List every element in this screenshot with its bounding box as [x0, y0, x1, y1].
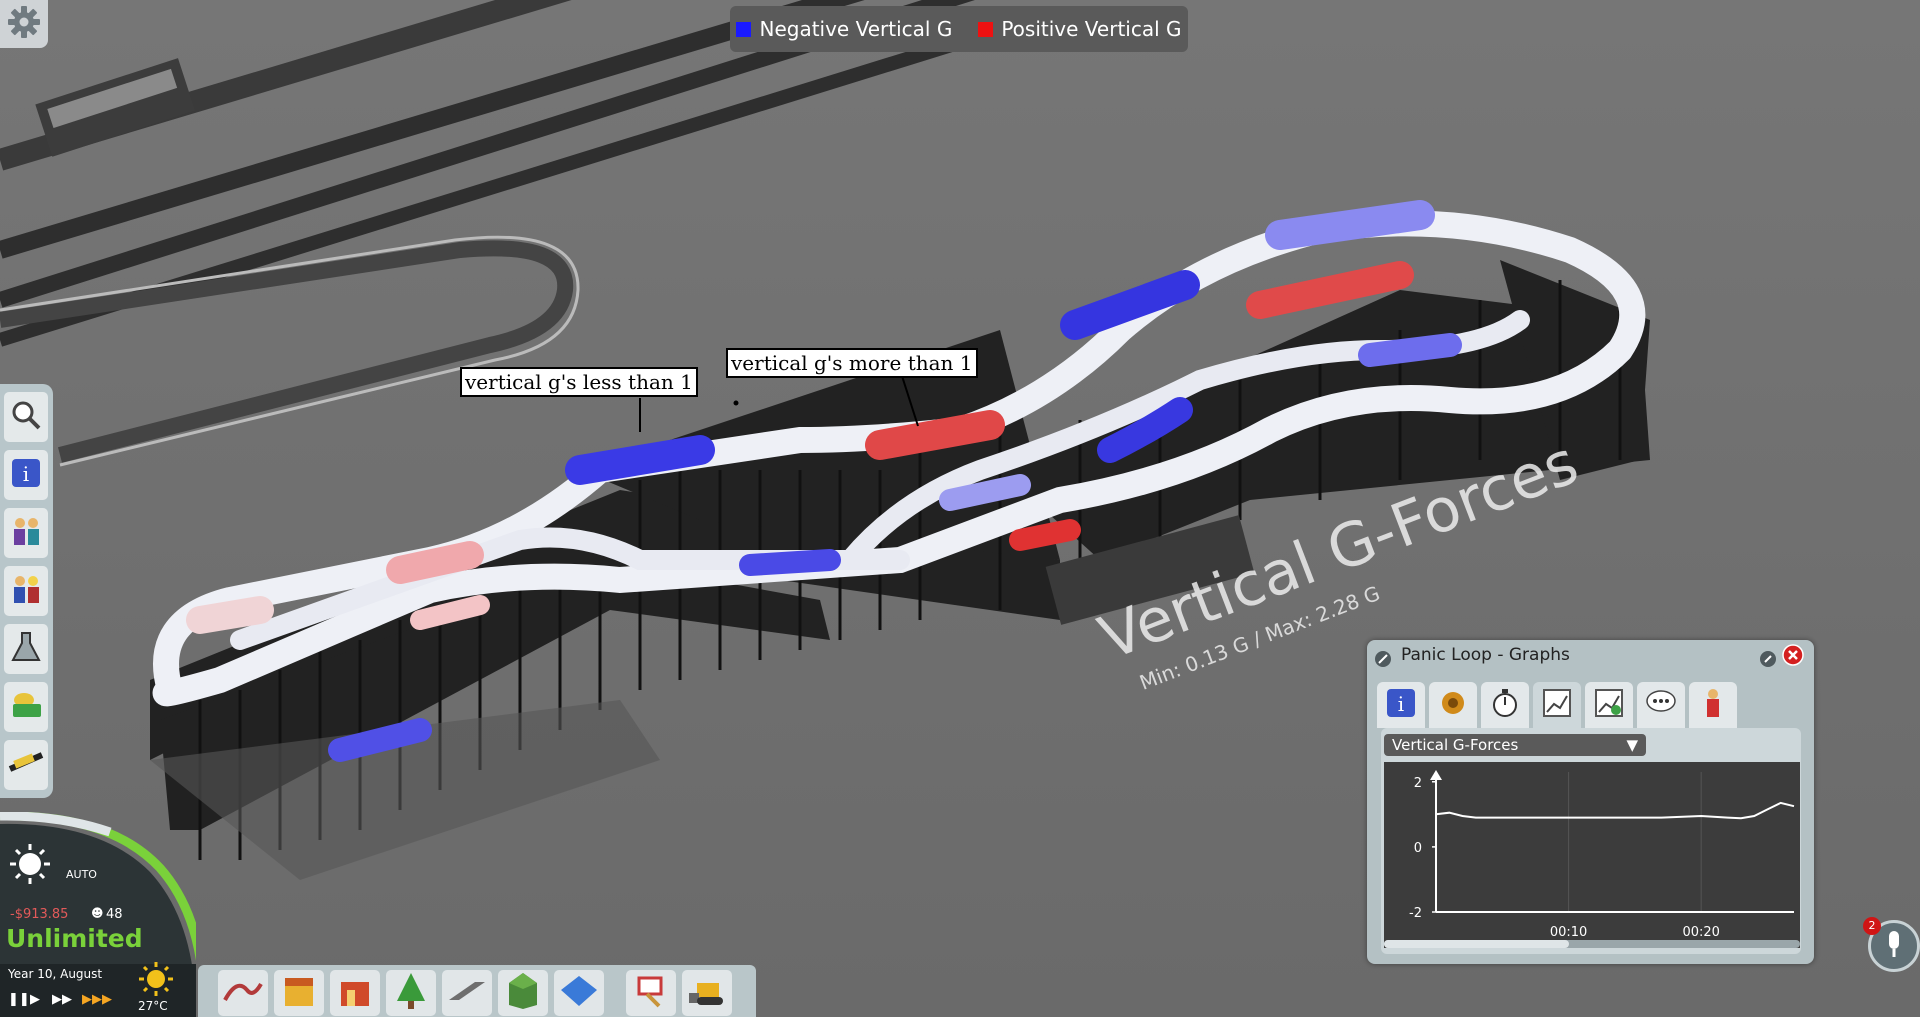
trees-button[interactable]: [386, 970, 436, 1016]
research-button[interactable]: [4, 624, 48, 674]
legend-swatch-negative: [736, 21, 752, 37]
research-flask-icon: [11, 631, 41, 667]
gforce-legend: Negative Vertical G Positive Vertical G: [730, 6, 1188, 52]
info-icon: i: [11, 458, 41, 492]
x-tick-label: 00:10: [1550, 925, 1587, 940]
window-title: Panic Loop - Graphs: [1401, 645, 1570, 665]
x-tick-label: 00:20: [1682, 925, 1719, 940]
annotation-more-than-1: vertical g's more than 1: [726, 348, 978, 378]
play-button[interactable]: ▶: [30, 992, 40, 1007]
gforce-chart: 00:10 00:20 2 0 -2: [1409, 770, 1795, 940]
park-mode-label: Unlimited: [6, 924, 143, 953]
guest-count: 48: [106, 907, 123, 922]
stopwatch-icon: [1490, 688, 1520, 722]
rides-button[interactable]: [4, 740, 48, 790]
staff-button[interactable]: [4, 566, 48, 616]
y-tick-label: 0: [1414, 841, 1422, 856]
y-tick-label: -2: [1409, 906, 1422, 921]
gear-icon: [7, 5, 41, 43]
legend-item-positive: Positive Vertical G: [978, 17, 1182, 41]
blueprint-icon: [559, 974, 599, 1012]
buildings-icon: [337, 974, 373, 1012]
money-value: -$913.85: [10, 907, 69, 922]
date-label: Year 10, August: [8, 967, 103, 981]
trees-scenery-icon: [393, 971, 429, 1015]
ride-graphs-window[interactable]: Panic Loop - Graphs i Vertical G-Forces …: [1367, 640, 1814, 964]
rides-coaster-icon: [8, 749, 44, 781]
paint-icon: [633, 974, 669, 1012]
notification-count-badge: 2: [1863, 917, 1881, 935]
bulldozer-button[interactable]: [682, 970, 732, 1016]
temperature-label: 27°C: [138, 999, 168, 1013]
blueprint-button[interactable]: [554, 970, 604, 1016]
gforce-series-line: [1435, 801, 1795, 820]
guest-icon: [1701, 687, 1725, 723]
tab-graphs[interactable]: [1533, 682, 1581, 728]
graph-type-select[interactable]: Vertical G-Forces ▼: [1384, 734, 1646, 756]
info-button[interactable]: i: [4, 450, 48, 500]
magnifier-button[interactable]: [4, 392, 48, 442]
paths-icon: [447, 976, 487, 1010]
bulldozer-icon: [687, 975, 727, 1011]
shops-icon: [281, 974, 317, 1012]
svg-text:i: i: [23, 462, 29, 486]
status-panel: AUTO -$913.85 ☻ 48 Unlimited Year 10, Au…: [0, 812, 196, 1017]
paint-button[interactable]: [626, 970, 676, 1016]
tab-settings[interactable]: [1429, 682, 1477, 728]
guests-icon: [9, 514, 43, 552]
magnifier-icon: [10, 399, 42, 435]
settings-gear-icon: [1438, 688, 1468, 722]
tab-thoughts[interactable]: [1637, 682, 1685, 728]
tab-finance-graph[interactable]: [1585, 682, 1633, 728]
legend-swatch-positive: [978, 21, 994, 37]
terrain-button[interactable]: [498, 970, 548, 1016]
fastest-button[interactable]: ▶▶▶: [82, 992, 112, 1007]
weather-mode-label[interactable]: AUTO: [66, 868, 97, 881]
tab-guests[interactable]: [1689, 682, 1737, 728]
info-icon: i: [1386, 688, 1416, 722]
legend-label-positive: Positive Vertical G: [1001, 17, 1182, 41]
pause-button[interactable]: ❚❚: [8, 992, 30, 1007]
paths-button[interactable]: [442, 970, 492, 1016]
shops-button[interactable]: [274, 970, 324, 1016]
chevron-down-icon: ▼: [1626, 736, 1638, 754]
window-titlebar[interactable]: Panic Loop - Graphs: [1367, 640, 1814, 670]
graphs-content: Vertical G-Forces ▼ 00:10 00:20 2 0 -2: [1381, 728, 1801, 954]
graph-icon: [1542, 688, 1572, 722]
tab-info[interactable]: i: [1377, 682, 1425, 728]
pencil-rename-icon[interactable]: [1375, 647, 1391, 677]
graph-scrollbar[interactable]: [1384, 940, 1800, 948]
microphone-icon: [1885, 931, 1903, 963]
svg-text:i: i: [1398, 692, 1404, 716]
legend-item-negative: Negative Vertical G: [736, 17, 952, 41]
weather-sun-icon[interactable]: [8, 842, 52, 890]
settings-button[interactable]: [0, 0, 48, 48]
sun-weather-icon: [137, 960, 175, 1002]
buildings-button[interactable]: [330, 970, 380, 1016]
legend-label-negative: Negative Vertical G: [759, 17, 953, 41]
finance-graph-icon: [1594, 688, 1624, 722]
coaster-ride-button[interactable]: [218, 970, 268, 1016]
terrain-icon: [505, 971, 541, 1015]
fast-forward-button[interactable]: ▶▶: [52, 992, 72, 1007]
speech-bubble-icon: [1645, 689, 1677, 721]
y-axis-arrow: [1430, 770, 1442, 780]
staff-icon: [9, 572, 43, 610]
gforce-graph: 00:10 00:20 2 0 -2: [1384, 762, 1800, 948]
finances-money-icon: [9, 690, 43, 724]
graph-type-value: Vertical G-Forces: [1392, 736, 1519, 754]
close-icon[interactable]: [1782, 644, 1804, 676]
guests-button[interactable]: [4, 508, 48, 558]
tab-stopwatch[interactable]: [1481, 682, 1529, 728]
finances-button[interactable]: [4, 682, 48, 732]
left-toolbar: i: [0, 384, 53, 798]
pin-icon[interactable]: [1760, 647, 1776, 677]
annotation-less-than-1: vertical g's less than 1: [460, 367, 698, 397]
coaster-ride-icon: [223, 976, 263, 1010]
graph-scrollbar-thumb[interactable]: [1384, 940, 1569, 948]
guest-face-icon: ☻: [91, 906, 104, 920]
y-tick-label: 2: [1414, 776, 1422, 791]
bottom-toolbar: [198, 965, 756, 1017]
